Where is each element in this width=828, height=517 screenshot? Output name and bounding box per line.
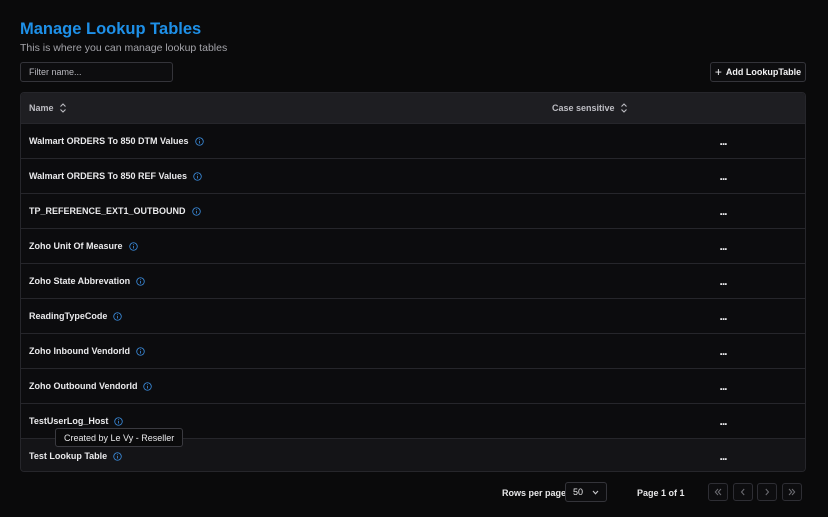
table-row[interactable]: Walmart ORDERS To 850 DTM Values... xyxy=(21,123,805,158)
info-icon[interactable] xyxy=(194,136,204,146)
info-icon[interactable] xyxy=(136,276,145,286)
table-row[interactable]: TP_REFERENCE_EXT1_OUTBOUND... xyxy=(21,193,805,228)
row-name: TestUserLog_Host xyxy=(29,416,109,426)
row-name: Zoho Outbound VendorId xyxy=(29,381,138,391)
next-page-button[interactable] xyxy=(757,483,777,501)
sort-icon xyxy=(620,103,627,113)
row-name: TP_REFERENCE_EXT1_OUTBOUND xyxy=(29,206,186,216)
chevron-down-icon xyxy=(592,490,599,495)
row-actions-button[interactable]: ... xyxy=(713,439,733,471)
info-icon[interactable] xyxy=(114,416,124,426)
row-name-cell: Walmart ORDERS To 850 DTM Values xyxy=(29,124,204,158)
row-name-cell: Walmart ORDERS To 850 REF Values xyxy=(29,159,202,193)
table-row[interactable]: Zoho State Abbrevation... xyxy=(21,263,805,298)
add-lookup-table-button[interactable]: + Add LookupTable xyxy=(710,62,806,82)
table-header: Name Case sensitive xyxy=(21,93,805,123)
rows-per-page-select[interactable]: 50 xyxy=(565,482,607,502)
row-actions-button[interactable]: ... xyxy=(713,369,733,403)
rows-per-page-label: Rows per page xyxy=(502,488,567,498)
chevrons-left-icon xyxy=(714,488,722,496)
previous-page-button[interactable] xyxy=(733,483,753,501)
filter-name-input[interactable] xyxy=(20,62,173,82)
row-actions-button[interactable]: ... xyxy=(713,334,733,368)
column-header-case-sensitive[interactable]: Case sensitive xyxy=(552,93,628,123)
info-icon[interactable] xyxy=(128,241,138,251)
row-actions-button[interactable]: ... xyxy=(713,404,733,438)
table-row[interactable]: ReadingTypeCode... xyxy=(21,298,805,333)
info-icon[interactable] xyxy=(136,346,145,356)
chevron-right-icon xyxy=(765,488,770,496)
row-name: Zoho State Abbrevation xyxy=(29,276,131,286)
column-header-case-sensitive-label: Case sensitive xyxy=(552,103,615,113)
table-row[interactable]: Zoho Inbound VendorId... xyxy=(21,333,805,368)
column-header-name[interactable]: Name xyxy=(29,93,67,123)
table-row[interactable]: Walmart ORDERS To 850 REF Values... xyxy=(21,158,805,193)
row-actions-button[interactable]: ... xyxy=(713,124,733,158)
row-name: ReadingTypeCode xyxy=(29,311,108,321)
row-actions-button[interactable]: ... xyxy=(713,229,733,263)
rows-per-page-value: 50 xyxy=(573,487,584,497)
info-icon[interactable] xyxy=(191,206,201,216)
table-row[interactable]: Zoho Outbound VendorId... xyxy=(21,368,805,403)
row-actions-button[interactable]: ... xyxy=(713,159,733,193)
chevrons-right-icon xyxy=(788,488,796,496)
info-icon[interactable] xyxy=(143,381,153,391)
last-page-button[interactable] xyxy=(782,483,802,501)
row-name: Walmart ORDERS To 850 REF Values xyxy=(29,171,188,181)
row-actions-button[interactable]: ... xyxy=(713,194,733,228)
row-name-cell: Zoho Unit Of Measure xyxy=(29,229,138,263)
table-body: Walmart ORDERS To 850 DTM Values... Walma… xyxy=(21,123,805,471)
add-lookup-table-label: Add LookupTable xyxy=(725,67,802,77)
info-icon[interactable] xyxy=(113,451,122,461)
sort-icon xyxy=(59,103,66,113)
first-page-button[interactable] xyxy=(708,483,728,501)
info-icon[interactable] xyxy=(113,311,123,321)
row-name-cell: Zoho Inbound VendorId xyxy=(29,334,145,368)
page-title: Manage Lookup Tables xyxy=(20,20,202,38)
info-icon[interactable] xyxy=(193,171,202,181)
row-name: Walmart ORDERS To 850 DTM Values xyxy=(29,136,189,146)
created-by-tooltip: Created by Le Vy - Reseller xyxy=(55,428,184,447)
plus-icon: + xyxy=(714,65,722,79)
chevron-left-icon xyxy=(740,488,745,496)
row-name-cell: TP_REFERENCE_EXT1_OUTBOUND xyxy=(29,194,201,228)
table-row[interactable]: Zoho Unit Of Measure... xyxy=(21,228,805,263)
row-name-cell: Zoho Outbound VendorId xyxy=(29,369,153,403)
page-info: Page 1 of 1 xyxy=(637,488,685,498)
row-name-cell: ReadingTypeCode xyxy=(29,299,123,333)
column-header-name-label: Name xyxy=(29,103,54,113)
row-name: Zoho Unit Of Measure xyxy=(29,241,123,251)
lookup-tables-table: Name Case sensitive Walmart ORDERS To 85… xyxy=(20,92,806,472)
row-actions-button[interactable]: ... xyxy=(713,299,733,333)
row-name-cell: Zoho State Abbrevation xyxy=(29,264,145,298)
page-subtitle: This is where you can manage lookup tabl… xyxy=(20,42,228,54)
row-name: Test Lookup Table xyxy=(29,451,108,461)
row-actions-button[interactable]: ... xyxy=(713,264,733,298)
row-name: Zoho Inbound VendorId xyxy=(29,346,130,356)
